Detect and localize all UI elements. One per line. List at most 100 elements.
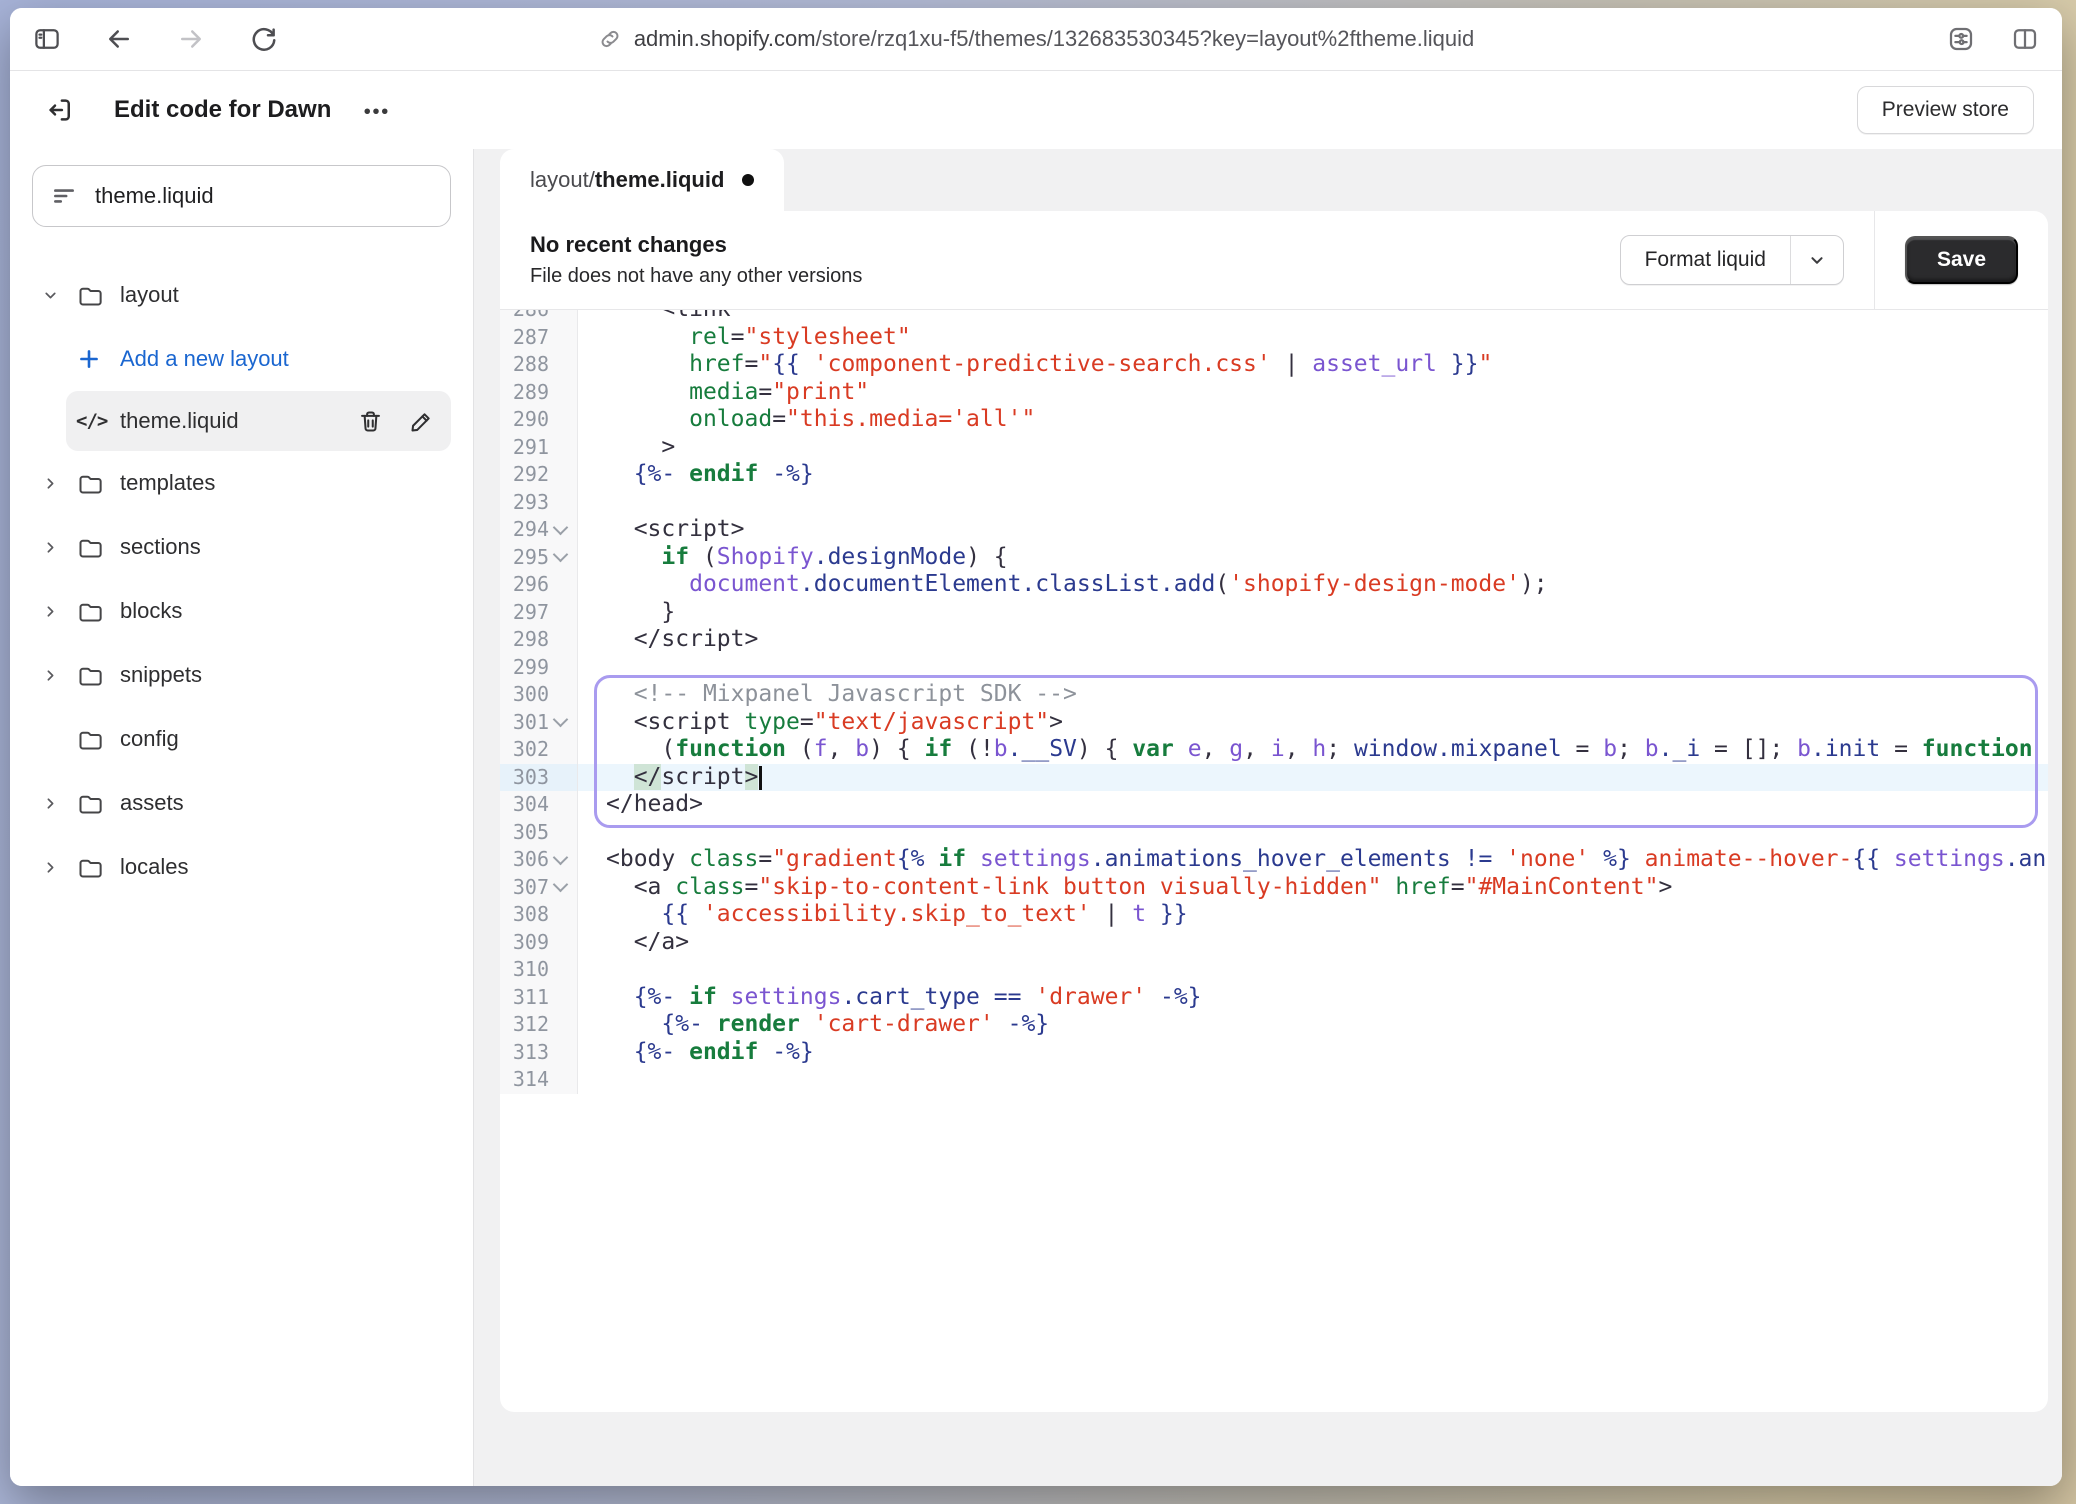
fold-toggle-icon[interactable] <box>549 884 571 890</box>
address-bar[interactable]: admin.shopify.com/store/rzq1xu-f5/themes… <box>10 8 2062 70</box>
tab-theme-liquid[interactable]: layout/theme.liquid <box>500 149 784 211</box>
code-line-290[interactable]: 290 onload="this.media='all'" <box>500 406 2048 434</box>
page-settings-icon[interactable] <box>1946 24 1976 54</box>
reload-button-icon[interactable] <box>248 24 278 54</box>
code-line-text[interactable] <box>578 489 2048 517</box>
gutter-line-number: 297 <box>500 599 578 627</box>
sidebar-item-layout[interactable]: layout <box>32 263 451 327</box>
save-button[interactable]: Save <box>1905 236 2018 284</box>
code-line-308[interactable]: 308 {{ 'accessibility.skip_to_text' | t … <box>500 901 2048 929</box>
code-line-text[interactable]: > <box>578 434 2048 462</box>
code-line-303[interactable]: 303 </script> <box>500 764 2048 792</box>
chevron-right-icon[interactable] <box>42 539 76 556</box>
sidebar-item-snippets[interactable]: snippets <box>32 643 451 707</box>
code-line-text[interactable]: } <box>578 599 2048 627</box>
preview-store-button[interactable]: Preview store <box>1857 86 2034 134</box>
code-line-text[interactable]: href="{{ 'component-predictive-search.cs… <box>578 351 2048 379</box>
chevron-right-icon[interactable] <box>42 667 76 684</box>
chevron-right-icon[interactable] <box>42 795 76 812</box>
code-line-text[interactable]: </a> <box>578 929 2048 957</box>
sidebar-item-config[interactable]: config <box>32 707 451 771</box>
code-line-293[interactable]: 293 <box>500 489 2048 517</box>
code-line-text[interactable]: rel="stylesheet" <box>578 324 2048 352</box>
pencil-icon[interactable] <box>408 408 435 435</box>
code-line-text[interactable]: {%- render 'cart-drawer' -%} <box>578 1011 2048 1039</box>
back-button-icon[interactable] <box>104 24 134 54</box>
code-line-301[interactable]: 301 <script type="text/javascript"> <box>500 709 2048 737</box>
sidebar-item-assets[interactable]: assets <box>32 771 451 835</box>
code-line-291[interactable]: 291 > <box>500 434 2048 462</box>
sidebar-item-templates[interactable]: templates <box>32 451 451 515</box>
code-line-286[interactable]: 286 <link <box>500 310 2048 324</box>
code-line-text[interactable]: <script type="text/javascript"> <box>578 709 2048 737</box>
sidebar-item-sections[interactable]: sections <box>32 515 451 579</box>
code-line-307[interactable]: 307 <a class="skip-to-content-link butto… <box>500 874 2048 902</box>
code-editor[interactable]: 286 <link287 rel="stylesheet"288 href="{… <box>500 310 2048 1412</box>
chevron-down-icon[interactable] <box>42 287 76 304</box>
code-line-text[interactable]: <link <box>578 310 2048 324</box>
code-line-296[interactable]: 296 document.documentElement.classList.a… <box>500 571 2048 599</box>
code-line-text[interactable]: (function (f, b) { if (!b.__SV) { var e,… <box>578 736 2048 764</box>
fold-toggle-icon[interactable] <box>549 527 571 533</box>
code-line-294[interactable]: 294 <script> <box>500 516 2048 544</box>
code-line-text[interactable]: {%- if settings.cart_type == 'drawer' -%… <box>578 984 2048 1012</box>
forward-button-icon[interactable] <box>176 24 206 54</box>
exit-code-editor-button[interactable] <box>38 88 82 132</box>
fold-toggle-icon[interactable] <box>549 719 571 725</box>
code-line-text[interactable] <box>578 819 2048 847</box>
code-line-287[interactable]: 287 rel="stylesheet" <box>500 324 2048 352</box>
code-line-310[interactable]: 310 <box>500 956 2048 984</box>
format-liquid-caret-button[interactable] <box>1790 236 1843 284</box>
code-line-text[interactable] <box>578 654 2048 682</box>
code-line-306[interactable]: 306<body class="gradient{% if settings.a… <box>500 846 2048 874</box>
code-line-305[interactable]: 305 <box>500 819 2048 847</box>
sidebar-item-locales[interactable]: locales <box>32 835 451 899</box>
code-line-text[interactable] <box>578 956 2048 984</box>
code-line-text[interactable]: document.documentElement.classList.add('… <box>578 571 2048 599</box>
sidebar-toggle-icon[interactable] <box>32 24 62 54</box>
code-line-text[interactable]: <a class="skip-to-content-link button vi… <box>578 874 2048 902</box>
code-line-292[interactable]: 292 {%- endif -%} <box>500 461 2048 489</box>
code-line-311[interactable]: 311 {%- if settings.cart_type == 'drawer… <box>500 984 2048 1012</box>
code-line-text[interactable]: onload="this.media='all'" <box>578 406 2048 434</box>
code-line-312[interactable]: 312 {%- render 'cart-drawer' -%} <box>500 1011 2048 1039</box>
fold-toggle-icon[interactable] <box>549 554 571 560</box>
code-line-text[interactable] <box>578 1066 2048 1094</box>
code-line-299[interactable]: 299 <box>500 654 2048 682</box>
chevron-right-icon[interactable] <box>42 475 76 492</box>
file-search-input[interactable] <box>93 182 432 210</box>
code-line-text[interactable]: if (Shopify.designMode) { <box>578 544 2048 572</box>
code-line-313[interactable]: 313 {%- endif -%} <box>500 1039 2048 1067</box>
chevron-right-icon[interactable] <box>42 859 76 876</box>
code-line-text[interactable]: </script> <box>578 764 2048 792</box>
code-line-302[interactable]: 302 (function (f, b) { if (!b.__SV) { va… <box>500 736 2048 764</box>
code-line-304[interactable]: 304</head> <box>500 791 2048 819</box>
file-search-box[interactable] <box>32 165 451 227</box>
sidebar-item-blocks[interactable]: blocks <box>32 579 451 643</box>
code-line-text[interactable]: </head> <box>578 791 2048 819</box>
fold-toggle-icon[interactable] <box>549 857 571 863</box>
trash-icon[interactable] <box>357 408 384 435</box>
code-line-288[interactable]: 288 href="{{ 'component-predictive-searc… <box>500 351 2048 379</box>
code-line-298[interactable]: 298 </script> <box>500 626 2048 654</box>
sidebar-item-add-a-new-layout[interactable]: Add a new layout <box>66 327 451 391</box>
code-line-314[interactable]: 314 <box>500 1066 2048 1094</box>
code-line-text[interactable]: media="print" <box>578 379 2048 407</box>
code-line-text[interactable]: {%- endif -%} <box>578 1039 2048 1067</box>
code-line-text[interactable]: <body class="gradient{% if settings.anim… <box>578 846 2048 874</box>
code-line-300[interactable]: 300 <!-- Mixpanel Javascript SDK --> <box>500 681 2048 709</box>
code-line-text[interactable]: {%- endif -%} <box>578 461 2048 489</box>
code-line-text[interactable]: <script> <box>578 516 2048 544</box>
code-line-295[interactable]: 295 if (Shopify.designMode) { <box>500 544 2048 572</box>
code-line-text[interactable]: {{ 'accessibility.skip_to_text' | t }} <box>578 901 2048 929</box>
more-actions-button[interactable] <box>361 95 391 125</box>
code-line-text[interactable]: </script> <box>578 626 2048 654</box>
code-line-309[interactable]: 309 </a> <box>500 929 2048 957</box>
format-liquid-button[interactable]: Format liquid <box>1621 236 1790 284</box>
chevron-right-icon[interactable] <box>42 603 76 620</box>
code-line-text[interactable]: <!-- Mixpanel Javascript SDK --> <box>578 681 2048 709</box>
code-line-289[interactable]: 289 media="print" <box>500 379 2048 407</box>
sidebar-item-theme-liquid[interactable]: </>theme.liquid <box>66 391 451 451</box>
code-line-297[interactable]: 297 } <box>500 599 2048 627</box>
split-view-icon[interactable] <box>2010 24 2040 54</box>
